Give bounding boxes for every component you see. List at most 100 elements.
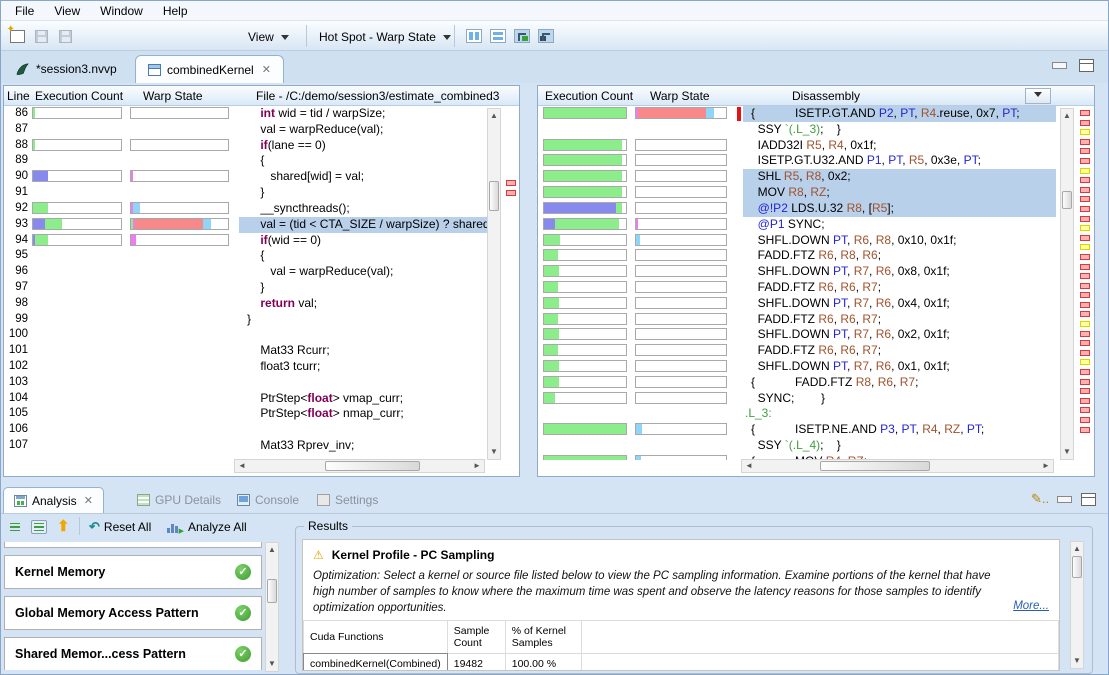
disassembly-text[interactable]: FADD.FTZ R6, R6, R7; — [743, 343, 1056, 359]
source-code-text[interactable]: Mat33 Rprev_inv; — [239, 438, 487, 454]
disassembly-row[interactable]: SHFL.DOWN PT, R6, R8, 0x10, 0x1f; — [538, 233, 1056, 249]
table-column-header[interactable]: Sample Count — [447, 621, 505, 654]
new-session-button[interactable] — [7, 26, 27, 46]
disassembly-text[interactable]: SHFL.DOWN PT, R7, R6, 0x8, 0x1f; — [743, 264, 1056, 280]
source-code-text[interactable]: PtrStep<float> vmap_curr; — [239, 391, 487, 407]
disassembly-row[interactable]: SHFL.DOWN PT, R7, R6, 0x8, 0x1f; — [538, 264, 1056, 280]
source-code-text[interactable]: shared[wid] = val; — [239, 169, 487, 185]
scroll-right-icon[interactable]: ► — [1041, 460, 1051, 472]
source-code-text[interactable]: { — [239, 248, 487, 264]
close-tab-icon[interactable]: ✕ — [262, 63, 271, 76]
source-line-row[interactable]: 89 { — [4, 153, 487, 169]
disassembly-row[interactable]: { ISETP.NE.AND P3, PT, R4, RZ, PT; — [538, 422, 1056, 438]
disassembly-text[interactable]: .L_3: — [743, 406, 1056, 422]
source-code-text[interactable]: } — [239, 280, 487, 296]
tab-settings[interactable]: Settings — [307, 487, 388, 513]
disassembly-text[interactable]: { ISETP.NE.AND P3, PT, R4, RZ, PT; — [743, 422, 1056, 438]
scrollbar-thumb[interactable] — [489, 181, 499, 211]
table-row[interactable]: combinedKernel(Combined)19482100.00 % — [304, 654, 1059, 672]
source-line-row[interactable]: 100 — [4, 327, 487, 343]
scroll-up-icon[interactable]: ▲ — [266, 544, 278, 556]
disassembly-rows[interactable]: { ISETP.GT.AND P2, PT, R4.reuse, 0x7, PT… — [538, 106, 1056, 460]
source-line-row[interactable]: 101 Mat33 Rcurr; — [4, 343, 487, 359]
disassembly-row[interactable]: SHL R5, R8, 0x2; — [538, 169, 1056, 185]
menu-item-view[interactable]: View — [44, 2, 90, 20]
source-horizontal-scrollbar[interactable]: ◄ ► — [234, 459, 485, 473]
source-line-row[interactable]: 87 val = warpReduce(val); — [4, 122, 487, 138]
table-column-header[interactable]: % of Kernel Samples — [505, 621, 581, 654]
source-code-text[interactable]: { — [239, 153, 487, 169]
source-code-text[interactable]: __syncthreads(); — [239, 201, 487, 217]
tab-combined-kernel[interactable]: combinedKernel ✕ — [135, 55, 284, 83]
disassembly-text[interactable]: MOV R8, RZ; — [743, 185, 1056, 201]
split-vertical-button[interactable] — [464, 26, 484, 46]
source-code-text[interactable] — [239, 327, 487, 343]
disassembly-row[interactable]: IADD32I R5, R4, 0x1f; — [538, 138, 1056, 154]
menu-item-window[interactable]: Window — [90, 2, 153, 20]
disassembly-row[interactable]: SSY `(.L_3); } — [538, 122, 1056, 138]
source-line-row[interactable]: 98 return val; — [4, 296, 487, 312]
scroll-left-icon[interactable]: ◄ — [744, 460, 754, 472]
source-code-text[interactable]: int wid = tid / warpSize; — [239, 106, 487, 122]
analysis-list-scrollbar[interactable]: ▲ ▼ — [265, 542, 279, 672]
source-line-row[interactable]: 104 PtrStep<float> vmap_curr; — [4, 391, 487, 407]
source-code-text[interactable]: float3 tcurr; — [239, 359, 487, 375]
source-code-text[interactable]: val = warpReduce(val); — [239, 264, 487, 280]
disassembly-menu-button[interactable] — [1025, 88, 1051, 104]
maximize-disassembly-button[interactable] — [536, 26, 556, 46]
scrollbar-thumb[interactable] — [267, 579, 277, 603]
disassembly-text[interactable]: SYNC; } — [743, 391, 1056, 407]
source-line-row[interactable]: 88 if(lane == 0) — [4, 138, 487, 154]
source-line-row[interactable]: 93 val = (tid < CTA_SIZE / warpSize) ? s… — [4, 217, 487, 233]
scroll-up-icon[interactable]: ▲ — [1071, 543, 1083, 555]
minimize-view-button[interactable] — [1052, 59, 1067, 72]
scroll-up-icon[interactable]: ▲ — [488, 110, 500, 122]
source-line-row[interactable]: 99} — [4, 312, 487, 328]
source-line-row[interactable]: 96 val = warpReduce(val); — [4, 264, 487, 280]
source-code-text[interactable]: PtrStep<float> nmap_curr; — [239, 406, 487, 422]
source-line-row[interactable]: 107 Mat33 Rprev_inv; — [4, 438, 487, 454]
close-tab-icon[interactable]: ✕ — [84, 494, 93, 507]
disassembly-row[interactable]: SHFL.DOWN PT, R7, R6, 0x1, 0x1f; — [538, 359, 1056, 375]
source-code-text[interactable]: val = (tid < CTA_SIZE / warpSize) ? shar… — [239, 217, 487, 233]
promote-button[interactable]: ⬆ — [57, 517, 70, 537]
scroll-up-icon[interactable]: ▲ — [1061, 110, 1073, 122]
disassembly-text[interactable]: SSY `(.L_4); } — [743, 438, 1056, 454]
view-menu-icon[interactable]: ✎.. — [1031, 491, 1049, 507]
source-line-row[interactable]: 97 } — [4, 280, 487, 296]
disassembly-row[interactable]: FADD.FTZ R6, R8, R6; — [538, 248, 1056, 264]
split-horizontal-button[interactable] — [488, 26, 508, 46]
menu-item-help[interactable]: Help — [153, 2, 198, 20]
source-code-text[interactable]: if(lane == 0) — [239, 138, 487, 154]
source-line-row[interactable]: 106 — [4, 422, 487, 438]
source-vertical-scrollbar[interactable]: ▲ ▼ — [487, 108, 501, 460]
disassembly-row[interactable]: FADD.FTZ R6, R6, R7; — [538, 280, 1056, 296]
maximize-panel-button[interactable] — [1081, 493, 1096, 506]
maximize-view-button[interactable] — [1079, 59, 1094, 72]
tab-gpu-details[interactable]: GPU Details — [127, 487, 231, 513]
disassembly-text[interactable]: SHFL.DOWN PT, R7, R6, 0x4, 0x1f; — [743, 296, 1056, 312]
source-line-row[interactable]: 105 PtrStep<float> nmap_curr; — [4, 406, 487, 422]
disassembly-text[interactable]: SHFL.DOWN PT, R6, R8, 0x10, 0x1f; — [743, 233, 1056, 249]
scroll-down-icon[interactable]: ▼ — [488, 446, 500, 458]
disassembly-text[interactable]: @P1 SYNC; — [743, 217, 1056, 233]
disassembly-row[interactable]: FADD.FTZ R6, R6, R7; — [538, 312, 1056, 328]
table-column-header[interactable]: Cuda Functions — [304, 621, 448, 654]
source-code-text[interactable] — [239, 422, 487, 438]
disassembly-row[interactable]: FADD.FTZ R6, R6, R7; — [538, 343, 1056, 359]
analysis-stage-card[interactable]: Shared Memor...cess Pattern✓ — [4, 637, 262, 670]
table-cell[interactable]: combinedKernel(Combined) — [304, 654, 448, 672]
disassembly-text[interactable]: SHFL.DOWN PT, R7, R6, 0x2, 0x1f; — [743, 327, 1056, 343]
disassembly-text[interactable]: IADD32I R5, R4, 0x1f; — [743, 138, 1056, 154]
scrollbar-thumb[interactable] — [1062, 191, 1072, 209]
save-all-button[interactable] — [55, 26, 75, 46]
more-link[interactable]: More... — [1013, 600, 1049, 612]
table-cell[interactable]: 19482 — [447, 654, 505, 672]
expand-list-button[interactable] — [31, 517, 47, 537]
disassembly-text[interactable]: { FADD.FTZ R8, R6, R7; — [743, 375, 1056, 391]
disassembly-text[interactable]: SHFL.DOWN PT, R7, R6, 0x1, 0x1f; — [743, 359, 1056, 375]
disassembly-row[interactable]: SYNC; } — [538, 391, 1056, 407]
source-line-row[interactable]: 86 int wid = tid / warpSize; — [4, 106, 487, 122]
disassembly-horizontal-scrollbar[interactable]: ◄ ► — [741, 459, 1054, 473]
tab-analysis[interactable]: Analysis ✕ — [3, 487, 104, 513]
